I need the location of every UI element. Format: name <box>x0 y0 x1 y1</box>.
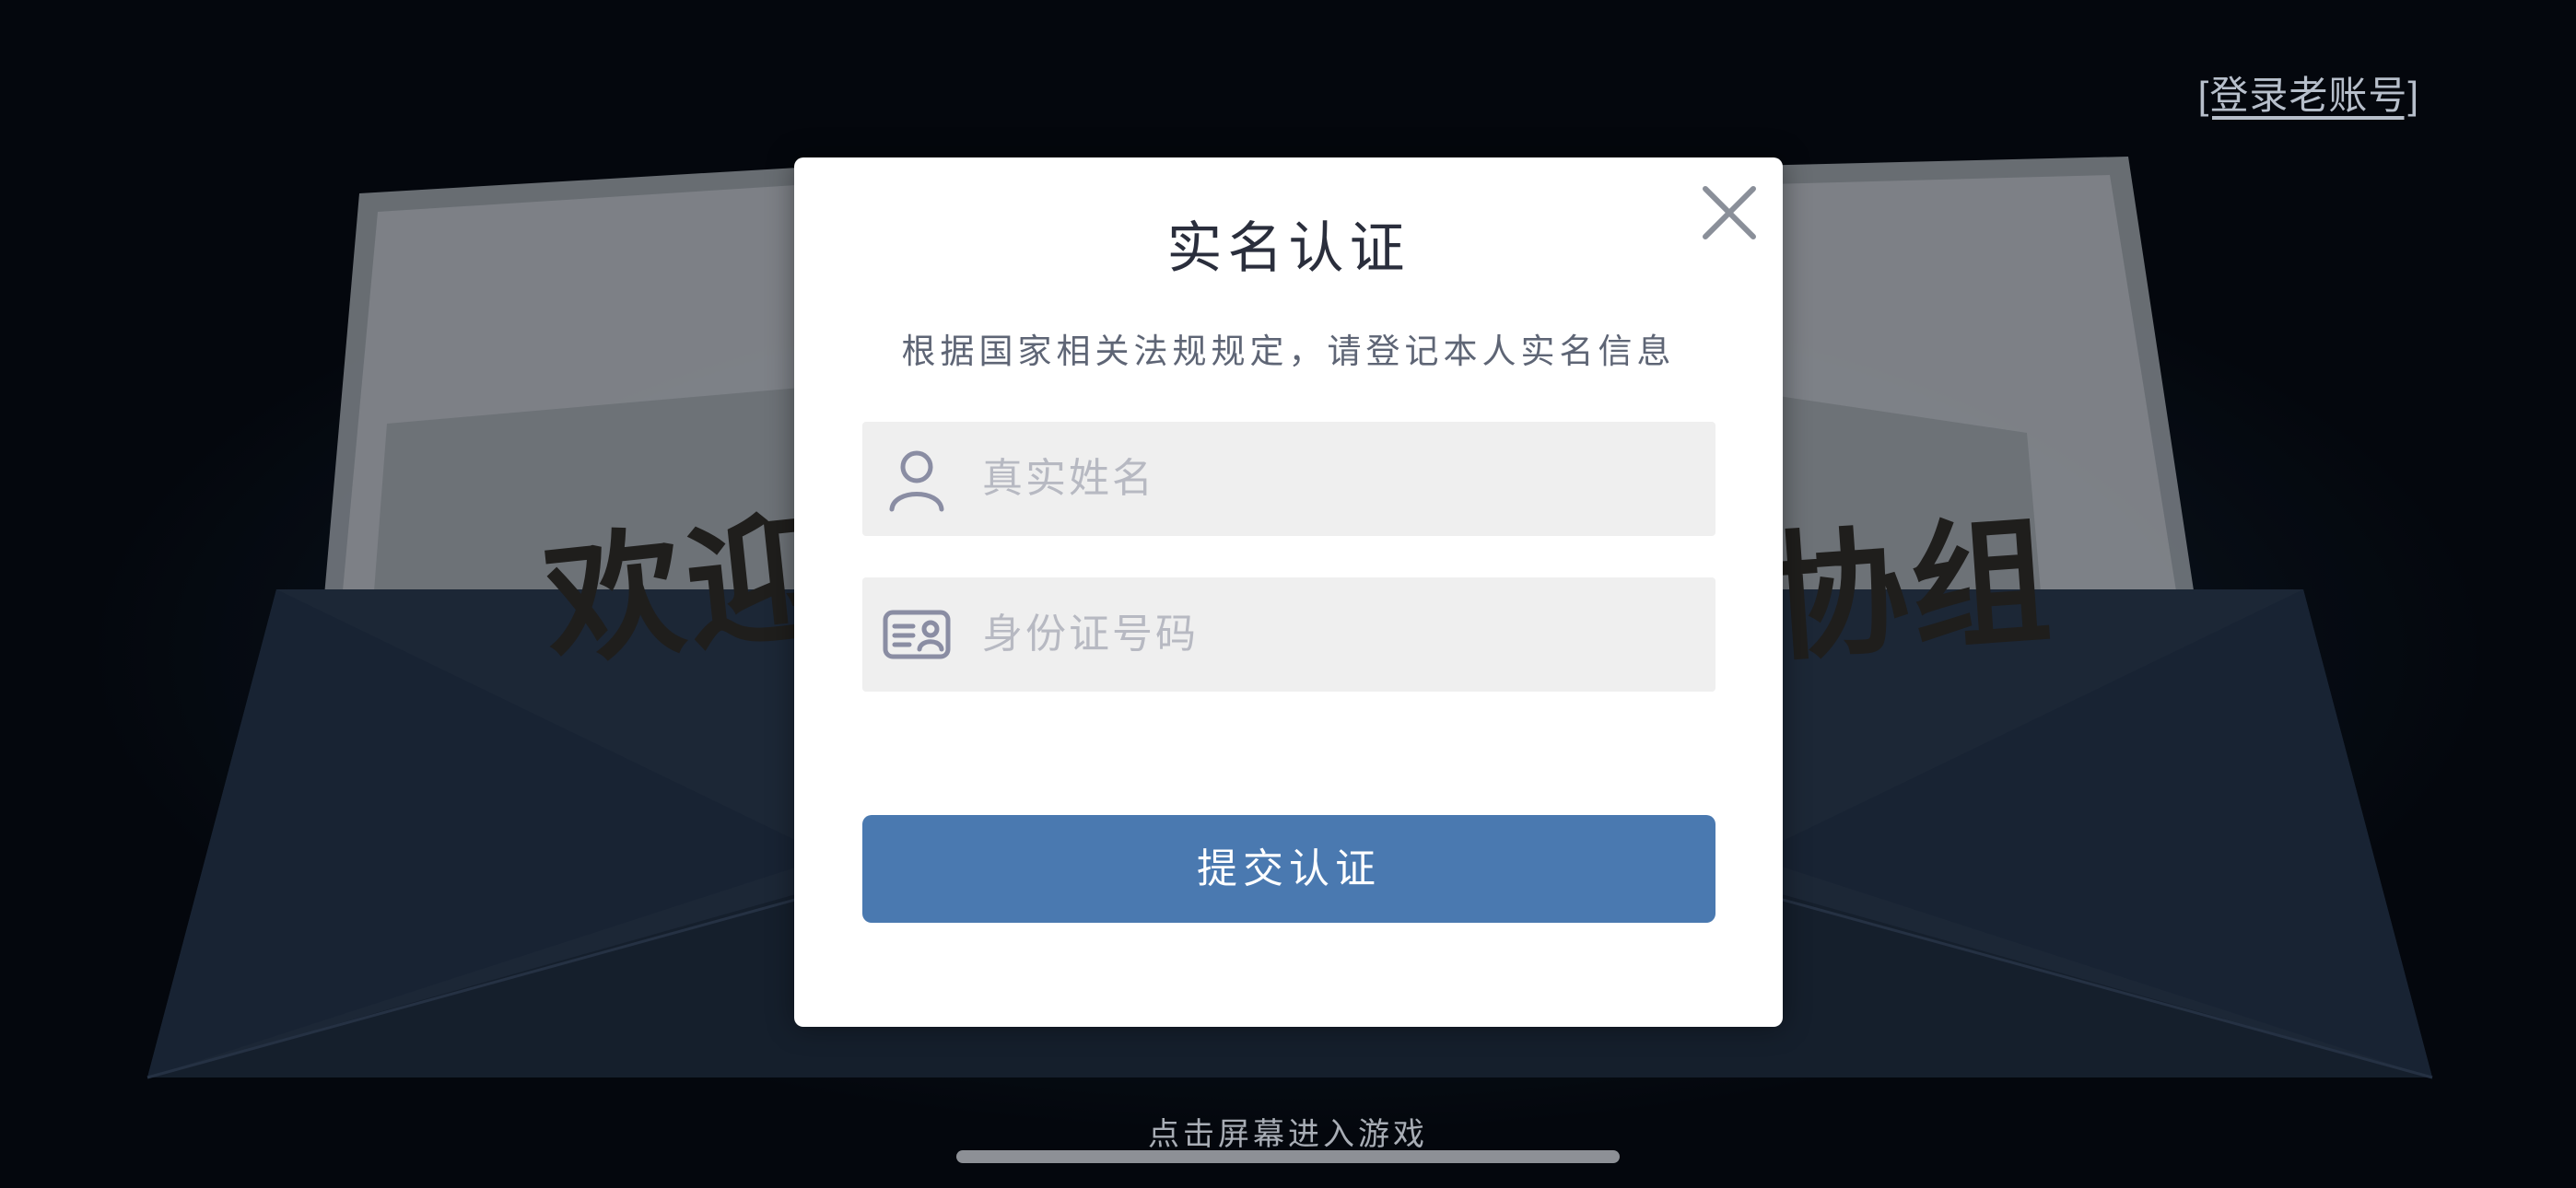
id-number-input[interactable]: 身份证号码 <box>862 577 1715 692</box>
dialog-title: 实名认证 <box>1166 216 1411 281</box>
real-name-input[interactable]: 真实姓名 <box>862 422 1715 536</box>
id-number-placeholder: 身份证号码 <box>982 611 1199 658</box>
id-card-icon <box>883 600 951 669</box>
tap-to-enter-hint: 点击屏幕进入游戏 <box>1148 1116 1428 1153</box>
submit-verification-button[interactable]: 提交认证 <box>862 815 1715 923</box>
login-old-account-link[interactable]: [登录老账号] <box>2198 64 2419 121</box>
home-indicator-bar[interactable] <box>956 1150 1620 1163</box>
real-name-placeholder: 真实姓名 <box>982 455 1155 502</box>
dialog-subtitle: 根据国家相关法规规定，请登记本人实名信息 <box>901 332 1676 371</box>
user-icon <box>883 445 951 513</box>
close-icon[interactable] <box>1696 180 1762 246</box>
real-name-verification-dialog: 实名认证 根据国家相关法规规定，请登记本人实名信息 真实姓名 身份证号码 提交认… <box>794 157 1783 1027</box>
